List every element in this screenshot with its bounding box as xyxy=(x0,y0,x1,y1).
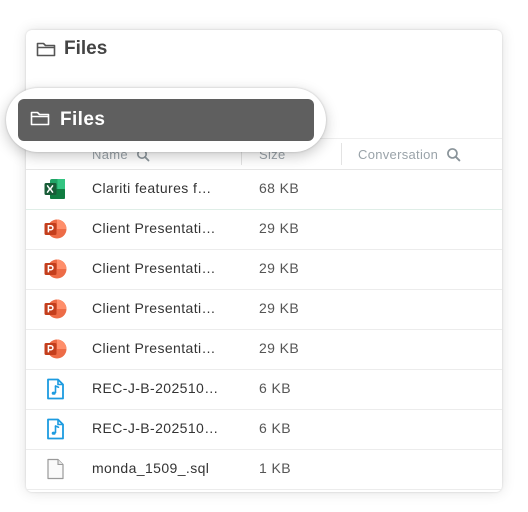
file-name: Client Presentati… xyxy=(92,260,216,276)
powerpoint-icon xyxy=(43,257,67,281)
search-icon[interactable] xyxy=(446,147,461,162)
file-name: monda_1509_.sql xyxy=(92,460,210,476)
powerpoint-icon xyxy=(43,217,67,241)
file-name: Clariti features f… xyxy=(92,180,212,196)
audio-file-icon xyxy=(43,377,67,401)
table-row[interactable]: monda_1509_.sql 1 KB xyxy=(26,449,502,490)
files-menu-item-highlighted[interactable]: Files xyxy=(18,99,314,141)
files-tooltip-callout: Files xyxy=(6,88,326,152)
table-row[interactable]: Client Presentati… 29 KB xyxy=(26,209,502,250)
file-size: 1 KB xyxy=(259,460,291,476)
file-size: 29 KB xyxy=(259,340,300,356)
column-conversation[interactable]: Conversation xyxy=(358,147,461,162)
table-row[interactable]: REC-J-B-2025101… 6 KB xyxy=(26,409,502,450)
audio-file-icon xyxy=(43,417,67,441)
table-row[interactable]: Clariti features f… 68 KB xyxy=(26,169,502,210)
file-size: 29 KB xyxy=(259,220,300,236)
file-size: 68 KB xyxy=(259,180,300,196)
file-size: 29 KB xyxy=(259,300,300,316)
file-name: REC-J-B-2025101… xyxy=(92,380,222,396)
powerpoint-icon xyxy=(43,297,67,321)
table-row[interactable]: Client Presentati… 29 KB xyxy=(26,329,502,370)
table-row[interactable]: REC-J-B-2025101… 6 KB xyxy=(26,369,502,410)
file-size: 29 KB xyxy=(259,260,300,276)
table-row[interactable]: Client Presentati… 29 KB xyxy=(26,289,502,330)
panel-title: Files xyxy=(64,38,108,59)
folder-icon xyxy=(30,110,50,131)
folder-icon xyxy=(36,41,56,57)
table-row[interactable]: Client Presentati… 29 KB xyxy=(26,249,502,290)
file-name: REC-J-B-2025101… xyxy=(92,420,222,436)
file-name: Client Presentati… xyxy=(92,300,216,316)
powerpoint-icon xyxy=(43,337,67,361)
generic-file-icon xyxy=(43,457,67,481)
excel-icon xyxy=(43,177,67,201)
panel-header: Files xyxy=(36,38,107,60)
column-divider xyxy=(341,143,342,165)
file-name: Client Presentati… xyxy=(92,220,216,236)
file-size: 6 KB xyxy=(259,420,291,436)
file-name: Client Presentati… xyxy=(92,340,216,356)
popup-title: Files xyxy=(60,109,106,130)
file-size: 6 KB xyxy=(259,380,291,396)
